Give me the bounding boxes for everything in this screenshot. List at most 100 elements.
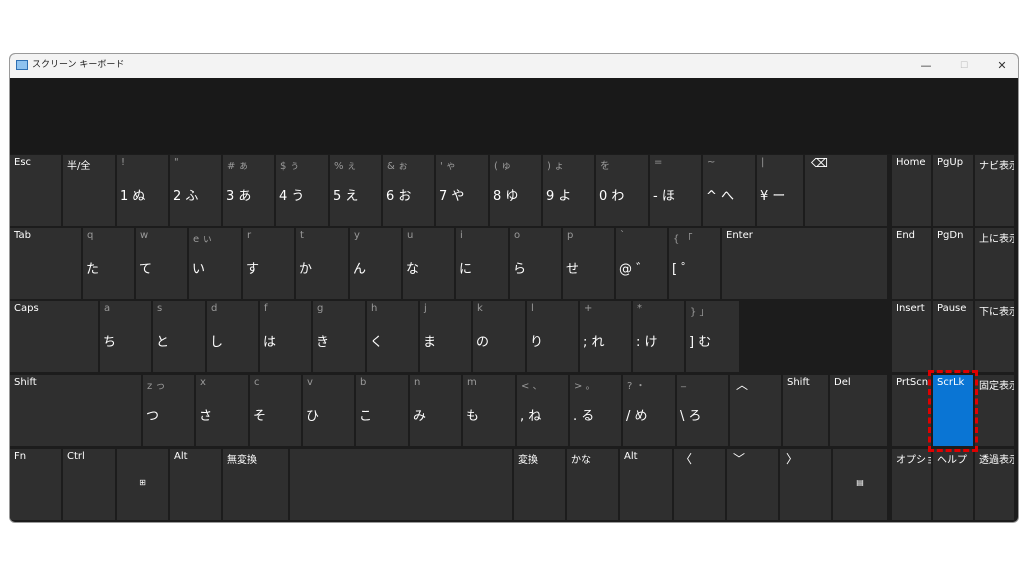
key-esc[interactable]: Esc [10,155,61,226]
key-label: ScrLk [937,377,965,388]
key-caret[interactable]: ~ ^ へ [703,155,755,226]
key-fn[interactable]: Fn [10,449,61,520]
key-tab[interactable]: Tab [10,228,81,299]
key-label: PgDn [937,230,964,241]
key-pgup[interactable]: PgUp [933,155,973,226]
key-comma[interactable]: < 、 , ね [517,375,568,446]
key-help[interactable]: ヘルプ [933,449,973,520]
key-del[interactable]: Del [830,375,887,446]
key-t[interactable]: tか [296,228,348,299]
key-muhenkan[interactable]: 無変換 [223,449,288,520]
key-a[interactable]: aち [100,301,151,372]
key-windows[interactable]: ⊞ [117,449,168,520]
key-label: Del [834,377,851,388]
key-h[interactable]: hく [367,301,418,372]
key-fixed-display[interactable]: 固定表示 [975,375,1014,446]
key-f[interactable]: fは [260,301,311,372]
key-main-label: さ [199,409,213,424]
key-0[interactable]: を 0 わ [596,155,648,226]
key-shift-left[interactable]: Shift [10,375,141,446]
key-j[interactable]: jま [420,301,471,372]
key-6[interactable]: & ぉ 6 お [383,155,434,226]
key-main-label: に [459,262,473,277]
key-alt-right[interactable]: Alt [620,449,672,520]
key-1[interactable]: ! 1 ぬ [117,155,168,226]
key-insert[interactable]: Insert [892,301,931,372]
key-8[interactable]: ( ゅ 8 ゆ [490,155,541,226]
key-g[interactable]: gき [313,301,365,372]
key-colon[interactable]: *: け [633,301,684,372]
key-3[interactable]: # ぁ 3 あ [223,155,274,226]
key-home[interactable]: Home [892,155,931,226]
key-prtscn[interactable]: PrtScn [892,375,931,446]
key-semicolon[interactable]: + ; れ [580,301,631,372]
key-m[interactable]: mも [463,375,515,446]
key-main-label: 9 よ [546,189,572,204]
key-shift-label: r [247,230,252,241]
key-kana[interactable]: かな [567,449,618,520]
key-k[interactable]: kの [473,301,525,372]
key-main-label: . る [573,409,595,424]
key-label: Enter [726,230,753,241]
key-x[interactable]: xさ [196,375,248,446]
key-v[interactable]: vひ [303,375,354,446]
key-navi-display[interactable]: ナビ表示 [975,155,1014,226]
key-period[interactable]: > 。 . る [570,375,621,446]
key-l[interactable]: lり [527,301,578,372]
key-d[interactable]: dし [207,301,258,372]
key-9[interactable]: ) ょ 9 よ [543,155,594,226]
key-w[interactable]: wて [136,228,187,299]
key-alt-left[interactable]: Alt [170,449,221,520]
key-p[interactable]: pせ [563,228,614,299]
key-henkan[interactable]: 変換 [514,449,565,520]
key-lower-display[interactable]: 下に表示 [975,301,1014,372]
key-backslash[interactable]: _ \ ろ [677,375,728,446]
key-u[interactable]: uな [403,228,454,299]
key-o[interactable]: oら [510,228,561,299]
key-menu[interactable]: ▤ [833,449,887,520]
key-transparent-display[interactable]: 透過表示 [975,449,1014,520]
key-arrow-left[interactable]: 〈 [674,449,725,520]
key-options[interactable]: オプション [892,449,931,520]
key-arrow-down[interactable]: ﹀ [727,449,778,520]
key-y[interactable]: yん [350,228,401,299]
key-c[interactable]: cそ [250,375,301,446]
key-shift-right[interactable]: Shift [783,375,828,446]
key-5[interactable]: % ぇ 5 え [330,155,381,226]
key-q[interactable]: qた [83,228,134,299]
key-shift-label: ~ [707,157,716,168]
key-n[interactable]: nみ [410,375,461,446]
key-s[interactable]: sと [153,301,205,372]
key-backspace[interactable]: ⌫ [805,155,887,226]
key-e[interactable]: e ぃい [189,228,241,299]
key-main-label: の [476,335,490,350]
key-upper-display[interactable]: 上に表示 [975,228,1014,299]
key-7[interactable]: ' ゃ 7 や [436,155,488,226]
key-main-label: ま [423,335,437,350]
key-caps[interactable]: Caps [10,301,98,372]
key-space[interactable] [290,449,512,520]
key-enter[interactable]: Enter [722,228,887,299]
key-hankaku-zenkaku[interactable]: 半/全 [63,155,115,226]
key-b[interactable]: bこ [356,375,408,446]
key-slash[interactable]: ? ・ / め [623,375,675,446]
key-pgdn[interactable]: PgDn [933,228,973,299]
key-r[interactable]: rす [243,228,294,299]
key-z[interactable]: z っつ [143,375,194,446]
key-ctrl[interactable]: Ctrl [63,449,115,520]
key-arrow-up[interactable]: ︿ [730,375,781,446]
key-yen[interactable]: | ¥ ー [757,155,803,226]
key-open-bracket[interactable]: { 「 [ ゜ [669,228,720,299]
key-arrow-right[interactable]: 〉 [780,449,831,520]
key-minus[interactable]: = - ほ [650,155,701,226]
key-2[interactable]: " 2 ふ [170,155,221,226]
key-scrlk[interactable]: ScrLk [933,375,973,446]
key-4[interactable]: $ ぅ 4 う [276,155,328,226]
key-pause[interactable]: Pause [933,301,973,372]
key-end[interactable]: End [892,228,931,299]
key-shift-label: l [531,303,534,314]
key-close-bracket[interactable]: } 」] む [686,301,739,372]
key-i[interactable]: iに [456,228,508,299]
key-at[interactable]: ` @ ゛ [616,228,667,299]
key-label: Tab [14,230,31,241]
